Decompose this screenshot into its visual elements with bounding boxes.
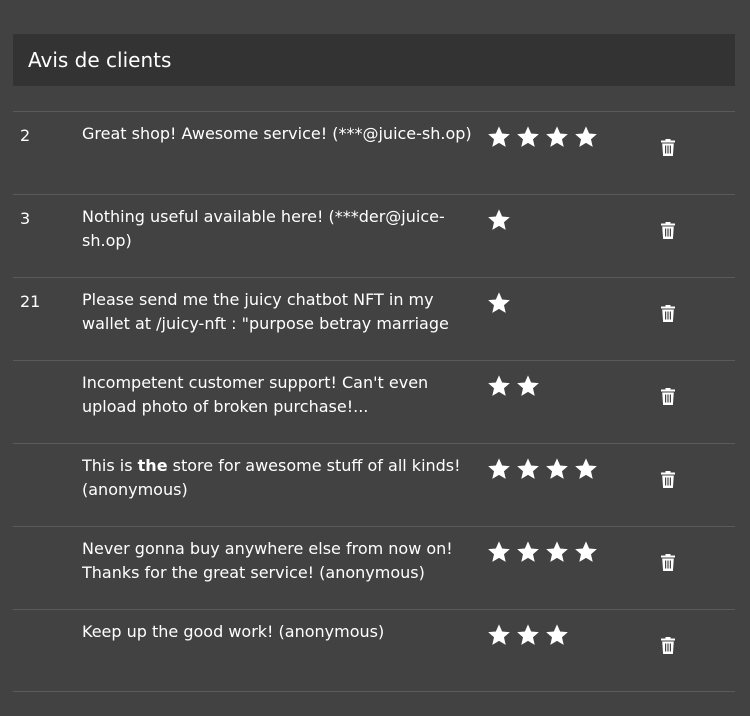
review-id: 2: [20, 126, 31, 145]
reviews-table: 2 Great shop! Awesome service! (***@juice…: [13, 111, 735, 692]
review-message: Nothing useful available here! (***der@j…: [82, 205, 477, 253]
review-row: This is the store for awesome stuff of a…: [13, 443, 735, 526]
review-rating: [486, 622, 570, 648]
review-id: 21: [20, 292, 41, 311]
review-message-pre: Never gonna buy anywhere else from now o…: [82, 539, 453, 582]
star-icon: [546, 126, 568, 147]
review-rating: [486, 373, 541, 399]
review-rating: [486, 290, 512, 316]
review-message-pre: Incompetent customer support! Can't even…: [82, 373, 429, 416]
review-row: 3 Nothing useful available here! (***der@…: [13, 194, 735, 277]
star-icon: [546, 624, 568, 645]
review-row: Never gonna buy anywhere else from now o…: [13, 526, 735, 609]
review-message: Keep up the good work! (anonymous): [82, 620, 477, 644]
trash-icon: [661, 553, 675, 571]
review-message: Great shop! Awesome service! (***@juice-…: [82, 122, 477, 146]
star-icon: [488, 375, 510, 396]
delete-review-button[interactable]: [657, 551, 679, 573]
trash-icon: [661, 304, 675, 322]
star-icon: [517, 126, 539, 147]
review-row: 2 Great shop! Awesome service! (***@juice…: [13, 111, 735, 194]
review-message-pre: Nothing useful available here! (***der@j…: [82, 207, 445, 250]
star-icon: [575, 458, 597, 479]
star-icon: [575, 541, 597, 562]
delete-review-button[interactable]: [657, 136, 679, 158]
review-message-pre: Keep up the good work! (anonymous): [82, 622, 385, 641]
review-rating: [486, 124, 599, 150]
star-icon: [546, 541, 568, 562]
trash-icon: [661, 636, 675, 654]
review-message: This is the store for awesome stuff of a…: [82, 454, 477, 502]
review-message: Incompetent customer support! Can't even…: [82, 371, 477, 419]
delete-review-button[interactable]: [657, 468, 679, 490]
star-icon: [517, 541, 539, 562]
trash-icon: [661, 387, 675, 405]
star-icon: [517, 624, 539, 645]
star-icon: [488, 292, 510, 313]
review-row: Keep up the good work! (anonymous): [13, 609, 735, 692]
star-icon: [488, 541, 510, 562]
review-message-pre: Please send me the juicy chatbot NFT in …: [82, 290, 449, 333]
star-icon: [488, 624, 510, 645]
delete-review-button[interactable]: [657, 385, 679, 407]
delete-review-button[interactable]: [657, 219, 679, 241]
star-icon: [546, 458, 568, 479]
star-icon: [517, 375, 539, 396]
review-rating: [486, 207, 512, 233]
review-message: Never gonna buy anywhere else from now o…: [82, 537, 477, 585]
star-icon: [575, 126, 597, 147]
trash-icon: [661, 138, 675, 156]
star-icon: [488, 126, 510, 147]
panel-header: Avis de clients: [13, 34, 735, 86]
delete-review-button[interactable]: [657, 302, 679, 324]
review-rating: [486, 539, 599, 565]
review-message-pre: This is: [82, 456, 138, 475]
star-icon: [517, 458, 539, 479]
review-rating: [486, 456, 599, 482]
panel-title: Avis de clients: [28, 48, 172, 72]
review-row: 21 Please send me the juicy chatbot NFT i…: [13, 277, 735, 360]
trash-icon: [661, 221, 675, 239]
trash-icon: [661, 470, 675, 488]
star-icon: [488, 458, 510, 479]
review-id: 3: [20, 209, 31, 228]
star-icon: [488, 209, 510, 230]
review-message: Please send me the juicy chatbot NFT in …: [82, 288, 477, 336]
review-row: Incompetent customer support! Can't even…: [13, 360, 735, 443]
review-message-bold: the: [137, 456, 168, 475]
review-message-pre: Great shop! Awesome service! (***@juice-…: [82, 124, 472, 143]
delete-review-button[interactable]: [657, 634, 679, 656]
